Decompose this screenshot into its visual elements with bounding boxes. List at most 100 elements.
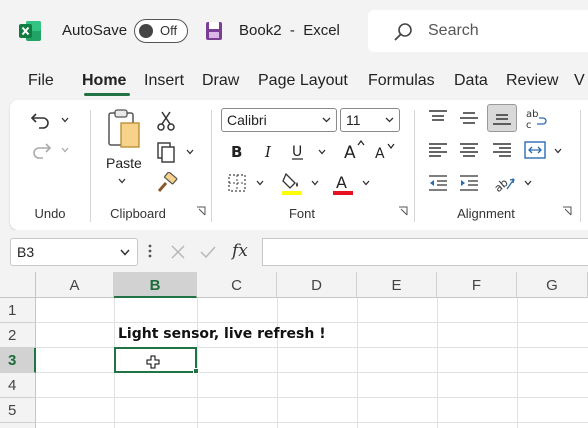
align-top-icon[interactable] bbox=[427, 108, 449, 128]
svg-text:ab: ab bbox=[493, 176, 511, 193]
gridline bbox=[197, 298, 198, 428]
orientation-dropdown-icon[interactable] bbox=[524, 180, 532, 186]
chevron-down-icon bbox=[322, 117, 331, 123]
underline-icon[interactable]: U bbox=[289, 141, 307, 161]
undo-icon[interactable] bbox=[30, 110, 52, 130]
svg-text:A: A bbox=[344, 143, 356, 161]
select-all-corner[interactable] bbox=[0, 272, 36, 298]
tab-page-layout[interactable]: Page Layout bbox=[258, 72, 348, 90]
paste-button-label[interactable]: Paste bbox=[106, 155, 142, 171]
svg-text:B: B bbox=[231, 143, 242, 161]
borders-icon[interactable] bbox=[226, 172, 248, 194]
font-color-icon[interactable]: A bbox=[331, 170, 355, 196]
excel-logo-icon bbox=[19, 21, 41, 41]
align-bottom-icon bbox=[493, 114, 511, 125]
formula-input[interactable] bbox=[262, 238, 588, 266]
cancel-icon[interactable] bbox=[170, 244, 186, 260]
cut-icon[interactable] bbox=[156, 110, 176, 132]
italic-icon[interactable]: I bbox=[260, 141, 278, 161]
group-divider bbox=[90, 110, 91, 222]
gridline bbox=[437, 298, 438, 428]
row-header-1[interactable]: 1 bbox=[0, 298, 36, 323]
align-center-icon[interactable] bbox=[458, 141, 480, 161]
enter-icon[interactable] bbox=[199, 244, 217, 260]
tab-draw[interactable]: Draw bbox=[202, 72, 239, 90]
column-header-d[interactable]: D bbox=[277, 272, 357, 298]
insert-function-icon[interactable]: fx bbox=[232, 241, 248, 261]
increase-indent-icon[interactable] bbox=[458, 173, 480, 193]
group-divider bbox=[211, 110, 212, 222]
active-tab-indicator bbox=[84, 93, 130, 96]
cell-cursor-icon bbox=[146, 355, 160, 369]
paste-dropdown-icon[interactable] bbox=[118, 178, 126, 184]
orientation-icon[interactable]: ab bbox=[493, 171, 517, 193]
merge-center-icon[interactable] bbox=[523, 139, 547, 161]
autosave-label: AutoSave bbox=[62, 22, 128, 39]
format-painter-icon[interactable] bbox=[156, 172, 178, 194]
group-label-alignment: Alignment bbox=[457, 206, 515, 221]
bold-icon[interactable]: B bbox=[228, 141, 246, 161]
copy-dropdown-icon[interactable] bbox=[186, 149, 194, 155]
group-divider bbox=[414, 110, 415, 222]
search-placeholder[interactable]: Search bbox=[428, 22, 479, 40]
svg-text:U: U bbox=[292, 144, 302, 160]
fill-handle[interactable] bbox=[193, 368, 199, 374]
tab-insert[interactable]: Insert bbox=[144, 72, 184, 90]
gridline bbox=[357, 298, 358, 428]
borders-dropdown-icon[interactable] bbox=[256, 180, 264, 186]
underline-dropdown-icon[interactable] bbox=[318, 149, 326, 155]
wrap-text-icon[interactable]: abc bbox=[525, 106, 549, 130]
column-header-b[interactable]: B bbox=[114, 272, 197, 298]
column-header-e[interactable]: E bbox=[357, 272, 437, 298]
redo-icon[interactable] bbox=[30, 140, 52, 160]
save-icon[interactable] bbox=[205, 21, 223, 41]
row-header-4[interactable]: 4 bbox=[0, 373, 36, 398]
paste-icon[interactable] bbox=[106, 108, 142, 150]
search-icon bbox=[394, 23, 412, 41]
cell-b2[interactable]: Light sensor, live refresh ! bbox=[118, 326, 326, 342]
font-color-dropdown-icon[interactable] bbox=[362, 180, 370, 186]
row-header-5[interactable]: 5 bbox=[0, 398, 36, 423]
autosave-state: Off bbox=[160, 23, 178, 38]
autosave-toggle[interactable]: Off bbox=[134, 19, 188, 43]
row-header-3[interactable]: 3 bbox=[0, 348, 36, 373]
undo-dropdown-icon[interactable] bbox=[61, 117, 69, 123]
alignment-launcher-icon[interactable] bbox=[562, 206, 572, 216]
row-header-2[interactable]: 2 bbox=[0, 323, 36, 348]
tab-home[interactable]: Home bbox=[82, 72, 126, 90]
decrease-indent-icon[interactable] bbox=[427, 173, 449, 193]
tab-view[interactable]: V bbox=[574, 72, 585, 90]
column-header-g[interactable]: G bbox=[517, 272, 588, 298]
name-box[interactable]: B3 bbox=[10, 238, 138, 266]
merge-dropdown-icon[interactable] bbox=[554, 148, 562, 154]
align-bottom-button[interactable] bbox=[487, 104, 517, 132]
fill-color-dropdown-icon[interactable] bbox=[311, 180, 319, 186]
gridline bbox=[517, 298, 518, 428]
align-middle-icon[interactable] bbox=[458, 108, 480, 128]
tab-data[interactable]: Data bbox=[454, 72, 488, 90]
svg-text:c: c bbox=[526, 120, 532, 130]
tab-review[interactable]: Review bbox=[506, 72, 558, 90]
redo-dropdown-icon[interactable] bbox=[61, 147, 69, 153]
tab-formulas[interactable]: Formulas bbox=[368, 72, 435, 90]
increase-font-size-icon[interactable]: A bbox=[343, 139, 365, 161]
font-size-combo[interactable]: 11 bbox=[340, 108, 400, 132]
clipboard-launcher-icon[interactable] bbox=[196, 206, 206, 216]
column-header-c[interactable]: C bbox=[197, 272, 277, 298]
font-launcher-icon[interactable] bbox=[398, 206, 408, 216]
row-header-6[interactable]: 6 bbox=[0, 423, 36, 428]
chevron-down-icon[interactable] bbox=[120, 249, 130, 256]
font-name-combo[interactable]: Calibri bbox=[221, 108, 337, 132]
column-header-a[interactable]: A bbox=[36, 272, 114, 298]
decrease-font-size-icon[interactable]: A bbox=[374, 141, 396, 161]
tab-file[interactable]: File bbox=[28, 72, 54, 90]
font-name-value: Calibri bbox=[227, 112, 267, 128]
more-options-icon[interactable] bbox=[148, 243, 152, 259]
formula-tools: fx bbox=[160, 238, 260, 266]
svg-text:I: I bbox=[264, 143, 272, 161]
align-left-icon[interactable] bbox=[427, 141, 449, 161]
fill-color-icon[interactable] bbox=[280, 170, 304, 196]
copy-icon[interactable] bbox=[155, 141, 177, 163]
align-right-icon[interactable] bbox=[491, 141, 513, 161]
column-header-f[interactable]: F bbox=[437, 272, 517, 298]
